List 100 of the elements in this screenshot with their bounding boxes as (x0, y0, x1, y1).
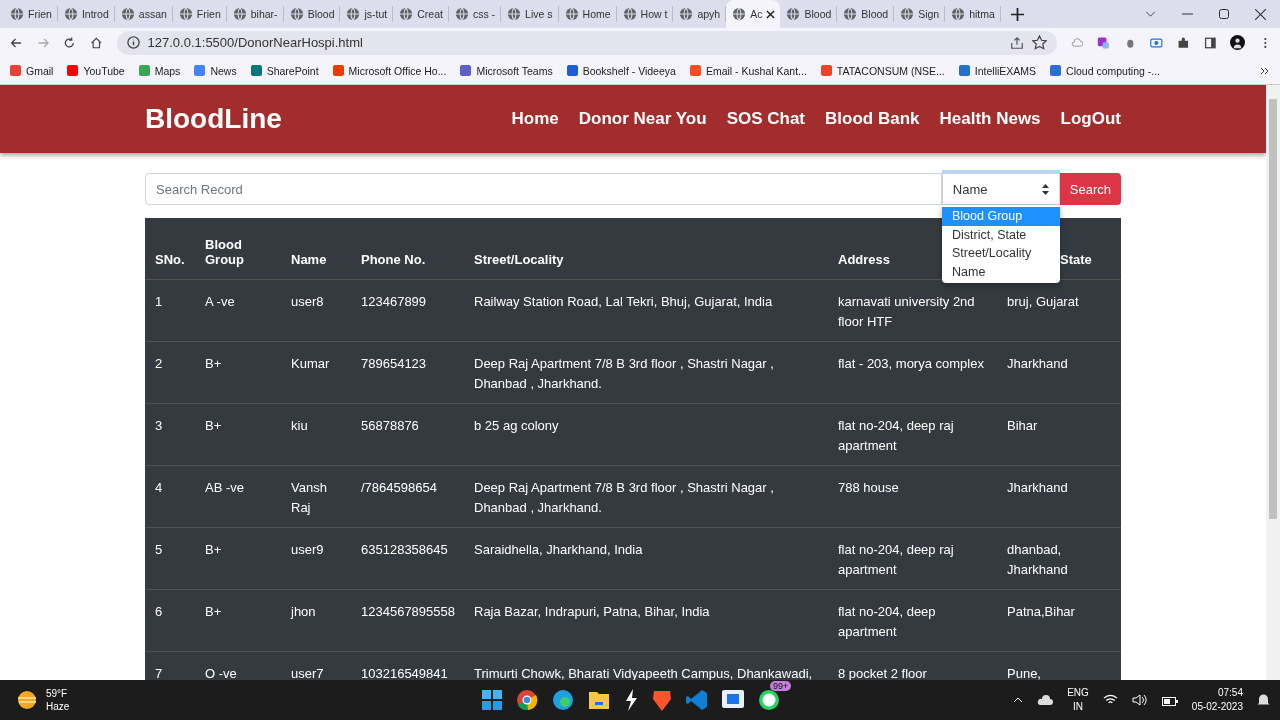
table-cell: Raja Bazar, Indrapuri, Patna, Bihar, India (474, 604, 710, 619)
bookmark[interactable]: Microsoft Office Ho... (332, 64, 447, 77)
scrollbar[interactable] (1266, 85, 1280, 680)
table-cell: karnavati university 2nd floor HTF (838, 294, 975, 329)
browser-tab[interactable]: assan (114, 6, 173, 22)
table-cell: B+ (205, 356, 222, 371)
clock-date[interactable]: 05-02-2023 (1191, 700, 1243, 714)
globe-icon (900, 7, 915, 21)
globe-icon (346, 7, 361, 21)
nav-link[interactable]: Home (511, 109, 559, 129)
bookmark[interactable]: News (194, 64, 237, 77)
nav-link[interactable]: LogOut (1060, 109, 1121, 129)
bookmark[interactable]: Microsoft Teams (460, 64, 553, 77)
browser-tab[interactable]: Blood (283, 6, 341, 22)
table-cell: 788 house (838, 480, 899, 495)
browser-tab[interactable]: How t (616, 6, 674, 22)
dropdown-option[interactable]: Name (942, 262, 1060, 281)
language-label[interactable]: ENG (1067, 686, 1089, 700)
table-cell: user7 (291, 666, 324, 680)
table-cell: b 25 ag colony (474, 418, 559, 433)
browser-tab[interactable]: bihar- (226, 6, 284, 22)
windows-icon[interactable] (482, 690, 502, 710)
browser-tab[interactable]: hitma (945, 6, 1001, 22)
speaker-icon[interactable] (1131, 694, 1148, 706)
table-cell: B+ (205, 604, 222, 619)
nav-link[interactable]: Donor Near You (578, 109, 707, 129)
address-bar[interactable]: 127.0.0.1:5500/DonorNearHospi.html (116, 30, 1057, 55)
browser-tab[interactable]: Creat (393, 6, 449, 22)
table-cell: Patna,Bihar (1007, 604, 1075, 619)
dropdown-option[interactable]: Street/Locality (942, 244, 1060, 263)
table-cell: 103216549841 (361, 666, 448, 680)
folder-icon[interactable] (588, 690, 610, 710)
bookmark[interactable]: TATACONSUM (NSE... (820, 64, 945, 77)
bookmark[interactable]: Maps (138, 64, 181, 77)
brand-logo[interactable]: BloodLine (145, 103, 282, 135)
chat-icon[interactable] (758, 689, 780, 711)
maximize-icon[interactable] (1219, 9, 1229, 19)
chevron-up-icon[interactable] (1013, 697, 1024, 703)
browser-tab[interactable]: Home (558, 6, 617, 22)
dropdown-option[interactable]: District, State (942, 225, 1060, 244)
vscode-icon[interactable] (686, 689, 708, 711)
globe-icon (63, 7, 78, 21)
browser-tab[interactable]: Live s (501, 6, 559, 22)
chrome-icon[interactable] (516, 689, 538, 711)
avatar-icon[interactable] (1230, 33, 1246, 52)
search-button[interactable]: Search (1059, 173, 1121, 205)
search-field[interactable]: Search Record (145, 173, 942, 205)
star-icon[interactable] (1031, 35, 1047, 50)
clock-time[interactable]: 07:54 (1217, 686, 1243, 700)
bookmark[interactable]: YouTube (67, 64, 125, 77)
lightning-icon[interactable] (624, 689, 638, 711)
nav-link[interactable]: Health News (939, 109, 1041, 129)
browser-tab[interactable]: js-tut (340, 6, 394, 22)
chevron-down-icon[interactable] (1145, 11, 1156, 17)
extension-icon[interactable] (1097, 34, 1110, 51)
reload-icon[interactable] (63, 34, 76, 51)
globe-icon (120, 7, 135, 21)
bell-icon[interactable] (1257, 693, 1270, 707)
globe-icon (10, 7, 24, 21)
browser-tab[interactable]: css - (448, 6, 502, 22)
table-cell: Saraidhella, Jharkhand, India (474, 542, 643, 557)
wifi-icon[interactable] (1102, 694, 1118, 706)
close-icon[interactable] (1255, 8, 1266, 20)
bookmark[interactable]: Email - Kushal Kant... (689, 64, 807, 77)
nav-link[interactable]: SOS Chat (726, 109, 806, 129)
browser-tab[interactable]: Introd (57, 6, 115, 22)
table-cell: Vansh Raj (291, 480, 327, 515)
browser-tab[interactable]: Blood (837, 6, 895, 22)
table-cell: 1234567895558 (361, 604, 455, 619)
film-icon[interactable] (722, 690, 744, 710)
bookmark[interactable]: Cloud computing -... (1050, 64, 1161, 77)
bookmark[interactable]: IntelliEXAMS (958, 64, 1037, 77)
battery-icon[interactable] (1161, 694, 1178, 706)
browser-tab[interactable]: Blood (780, 6, 838, 22)
table-cell: kiu (291, 418, 308, 433)
browser-tab[interactable]: Frien (4, 6, 58, 22)
filter-select[interactable]: Name (941, 173, 1060, 205)
browser-tab[interactable]: Sign (894, 6, 946, 22)
browser-tab[interactable]: Ac (726, 0, 781, 28)
bookmark[interactable]: Gmail (10, 64, 54, 77)
notification-badge: 99+ (770, 681, 792, 691)
table-cell: 56878876 (361, 418, 419, 433)
bookmark[interactable]: SharePoint (250, 64, 319, 77)
region-label[interactable]: IN (1073, 700, 1083, 714)
nav-link[interactable]: Blood Bank (825, 109, 920, 129)
table-cell: 635128358645 (361, 542, 448, 557)
table-cell: Railway Station Road, Lal Tekri, Bhuj, Gujarat, India (474, 294, 773, 309)
table-cell: jhon (291, 604, 316, 619)
table-cell: flat no-204, deep raj apartment (838, 418, 954, 453)
close-icon[interactable] (766, 9, 776, 19)
chevron-double-icon[interactable] (1260, 65, 1270, 76)
table-cell: /7864598654 (361, 480, 437, 495)
browser-tab[interactable]: Frien (172, 6, 227, 22)
table-cell: user9 (291, 542, 324, 557)
share-icon[interactable] (1009, 35, 1024, 50)
edge-icon[interactable] (552, 689, 574, 711)
new-tab-icon[interactable] (1010, 7, 1024, 21)
bookmark[interactable]: Bookshelf - Videeya (566, 64, 676, 77)
cloud-icon[interactable] (1037, 695, 1054, 705)
browser-tab[interactable]: apyh (673, 6, 727, 22)
